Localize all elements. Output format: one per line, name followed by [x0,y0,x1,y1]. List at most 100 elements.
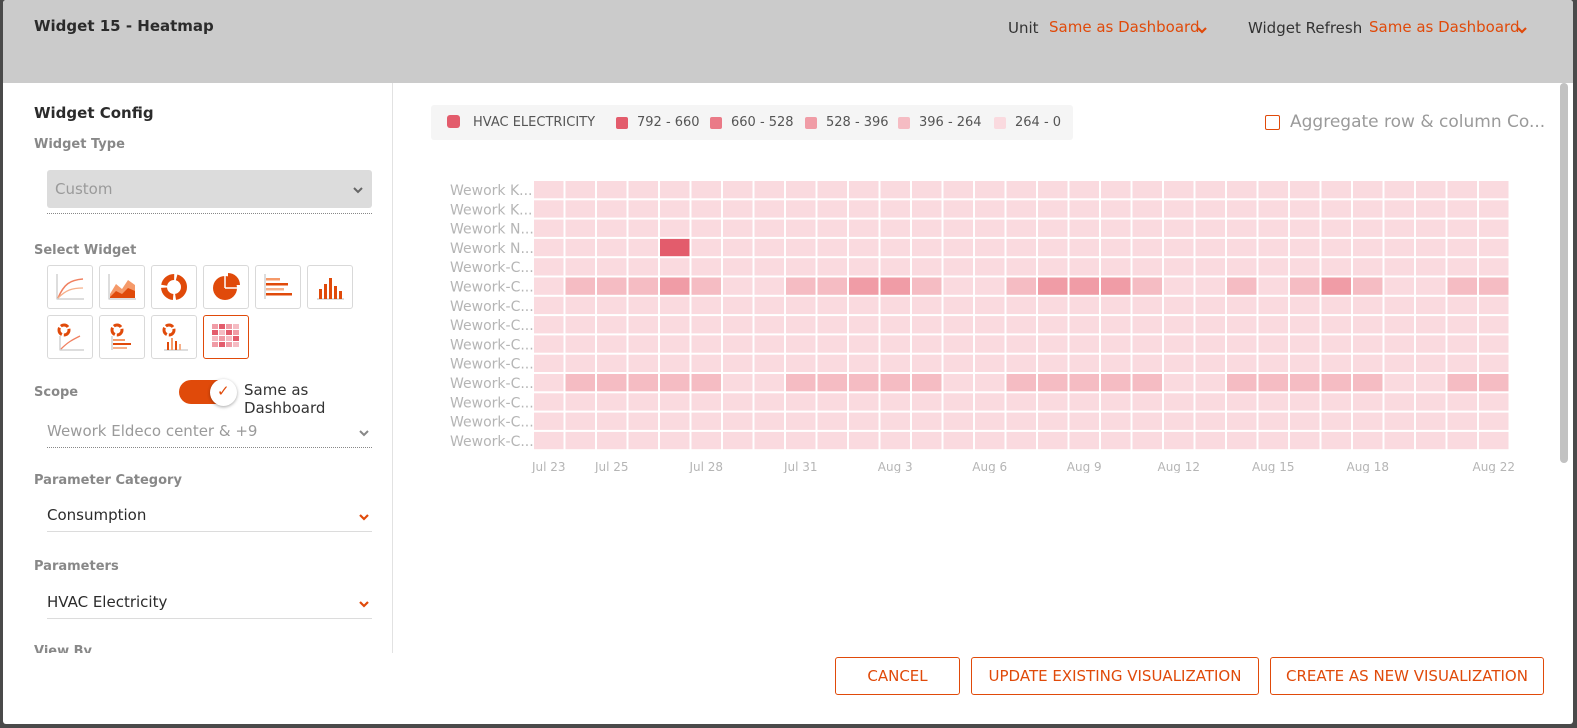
heatmap-cell[interactable] [786,374,816,392]
heatmap-cell[interactable] [1416,316,1446,334]
heatmap-cell[interactable] [1164,181,1194,199]
heatmap-cell[interactable] [1101,296,1131,315]
heatmap-cell[interactable] [1321,393,1352,411]
heatmap-cell[interactable] [1132,277,1163,295]
heatmap-cell[interactable] [786,412,816,430]
heatmap-cell[interactable] [754,354,785,372]
heatmap-cell[interactable] [1195,181,1226,199]
heatmap-cell[interactable] [1384,181,1415,199]
heatmap-cell[interactable] [786,393,816,411]
heatmap-cell[interactable] [1132,258,1163,276]
heatmap-cell[interactable] [597,258,627,276]
heatmap-cell[interactable] [1416,219,1446,237]
heatmap-cell[interactable] [534,219,564,237]
heatmap-cell[interactable] [786,316,816,334]
heatmap-cell[interactable] [1384,258,1415,276]
heatmap-cell[interactable] [849,431,879,450]
heatmap-cell[interactable] [1132,412,1163,430]
heatmap-cell[interactable] [849,316,879,334]
heatmap-cell[interactable] [1353,238,1383,257]
heatmap-cell[interactable] [723,258,753,276]
heatmap-cell[interactable] [628,374,659,392]
heatmap-cell[interactable] [1479,277,1509,295]
heatmap-cell[interactable] [880,335,911,353]
heatmap-cell[interactable] [1164,412,1194,430]
heatmap-cell[interactable] [1258,316,1289,334]
heatmap-cell[interactable] [1195,431,1226,450]
heatmap-cell[interactable] [849,393,879,411]
heatmap-cell[interactable] [880,277,911,295]
heatmap-cell[interactable] [1447,219,1478,237]
heatmap-cell[interactable] [1101,277,1131,295]
heatmap-cell[interactable] [723,393,753,411]
heatmap-cell[interactable] [691,277,722,295]
heatmap-cell[interactable] [1038,181,1068,199]
heatmap-cell[interactable] [849,296,879,315]
legend-series-label[interactable]: HVAC ELECTRICITY [473,115,595,130]
heatmap-cell[interactable] [1353,393,1383,411]
heatmap-cell[interactable] [660,200,690,218]
scope-toggle[interactable]: ✓ [179,379,237,406]
heatmap-cell[interactable] [1447,258,1478,276]
heatmap-cell[interactable] [534,335,564,353]
heatmap-cell[interactable] [597,374,627,392]
heatmap-cell[interactable] [723,374,753,392]
heatmap-cell[interactable] [660,335,690,353]
heatmap-cell[interactable] [1132,238,1163,257]
heatmap-cell[interactable] [1290,200,1320,218]
heatmap-cell[interactable] [975,374,1005,392]
heatmap-cell[interactable] [1258,277,1289,295]
heatmap-cell[interactable] [1447,316,1478,334]
heatmap-cell[interactable] [1290,393,1320,411]
heatmap-cell[interactable] [1101,354,1131,372]
heatmap-cell[interactable] [912,219,942,237]
heatmap-cell[interactable] [1416,335,1446,353]
heatmap-cell[interactable] [1164,393,1194,411]
heatmap-cell[interactable] [817,412,848,430]
heatmap-cell[interactable] [1416,238,1446,257]
heatmap-cell[interactable] [975,277,1005,295]
heatmap-cell[interactable] [1416,181,1446,199]
heatmap-cell[interactable] [534,354,564,372]
heatmap-cell[interactable] [1416,393,1446,411]
heatmap-cell[interactable] [975,431,1005,450]
heatmap-cell[interactable] [1353,335,1383,353]
heatmap-cell[interactable] [817,296,848,315]
heatmap-cell[interactable] [1132,200,1163,218]
heatmap-cell[interactable] [1069,277,1100,295]
heatmap-cell[interactable] [1353,219,1383,237]
heatmap-cell[interactable] [1258,412,1289,430]
heatmap-cell[interactable] [975,335,1005,353]
heatmap-cell[interactable] [1006,296,1037,315]
heatmap-cell[interactable] [597,316,627,334]
heatmap-cell[interactable] [1227,181,1257,199]
heatmap-cell[interactable] [849,354,879,372]
heatmap-cell[interactable] [1447,335,1478,353]
donut-hbar-combo-icon[interactable] [99,315,145,359]
heatmap-cell[interactable] [880,200,911,218]
heatmap-cell[interactable] [1195,277,1226,295]
heatmap-cell[interactable] [1038,412,1068,430]
heatmap-cell[interactable] [534,374,564,392]
heatmap-cell[interactable] [849,238,879,257]
heatmap-cell[interactable] [1038,431,1068,450]
heatmap-cell[interactable] [723,219,753,237]
heatmap-cell[interactable] [1479,354,1509,372]
area-chart-icon[interactable] [99,265,145,309]
heatmap-cell[interactable] [943,219,974,237]
heatmap-cell[interactable] [534,258,564,276]
heatmap-cell[interactable] [723,296,753,315]
heatmap-cell[interactable] [597,277,627,295]
heatmap-cell[interactable] [597,412,627,430]
heatmap-cell[interactable] [1132,296,1163,315]
heatmap-cell[interactable] [1384,238,1415,257]
heatmap-cell[interactable] [1069,238,1100,257]
heatmap-cell[interactable] [975,200,1005,218]
heatmap-cell[interactable] [1227,316,1257,334]
heatmap-cell[interactable] [754,335,785,353]
heatmap-cell[interactable] [1258,393,1289,411]
heatmap-cell[interactable] [1290,219,1320,237]
heatmap-cell[interactable] [912,393,942,411]
heatmap-cell[interactable] [691,335,722,353]
heatmap-cell[interactable] [1447,393,1478,411]
